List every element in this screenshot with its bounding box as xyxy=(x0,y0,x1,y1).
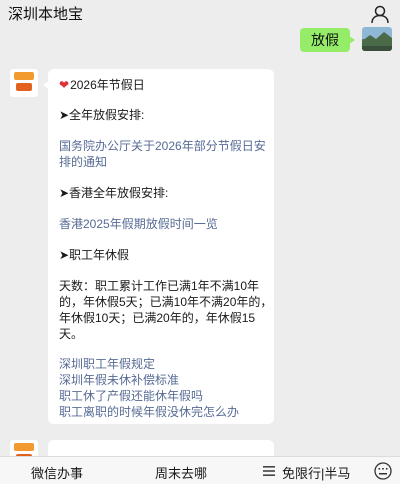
related-link[interactable]: 职工休了产假还能休年假吗 xyxy=(59,388,203,404)
section-title: ➤香港全年放假安排: xyxy=(59,186,169,200)
user-message-bubble[interactable]: 放假 xyxy=(300,28,355,52)
body-text: 年休假10天；已满20年的，年休假15 xyxy=(59,311,256,325)
notice-link[interactable]: 国务院办公厅关于2026年部分节假日安 xyxy=(59,138,266,154)
menu-item-traffic[interactable]: 免限行|半马 xyxy=(282,463,350,482)
keyboard-icon[interactable] xyxy=(374,462,392,480)
bottom-menu-bar: 微信办事 周末去哪 免限行|半马 xyxy=(0,456,400,484)
message-heading: ❤2026年节假日 xyxy=(59,78,145,92)
bot-message-bubble: ❤2026年节假日 ➤全年放假安排: 国务院办公厅关于2026年部分节假日安 排… xyxy=(43,69,274,424)
body-text: 的，年休假5天；已满10年不满20年的， xyxy=(59,295,273,309)
section-title: ➤全年放假安排: xyxy=(59,108,145,122)
section-title: ➤职工年休假 xyxy=(59,248,130,262)
user-avatar[interactable] xyxy=(362,27,392,51)
menu-item-wechat-service[interactable]: 微信办事 xyxy=(31,463,83,482)
menu-item-weekend[interactable]: 周末去哪 xyxy=(155,463,207,482)
related-link[interactable]: 深圳年假未休补偿标准 xyxy=(59,372,179,388)
body-text: 天。 xyxy=(59,327,84,341)
chat-title: 深圳本地宝 xyxy=(8,6,84,23)
menu-icon[interactable] xyxy=(263,466,275,476)
notice-link-cont[interactable]: 排的通知 xyxy=(59,154,107,170)
hk-holiday-link[interactable]: 香港2025年假期放假时间一览 xyxy=(59,216,218,232)
body-text: 天数：职工累计工作已满1年不满10年 xyxy=(59,279,260,293)
heart-icon: ❤ xyxy=(59,78,70,92)
related-link[interactable]: 深圳职工年假规定 xyxy=(59,356,155,372)
person-icon[interactable] xyxy=(370,4,390,24)
bot-avatar[interactable] xyxy=(10,69,38,97)
top-bar: 深圳本地宝 xyxy=(0,0,400,28)
related-link[interactable]: 职工离职的时候年假没休完怎么办 xyxy=(59,404,239,420)
